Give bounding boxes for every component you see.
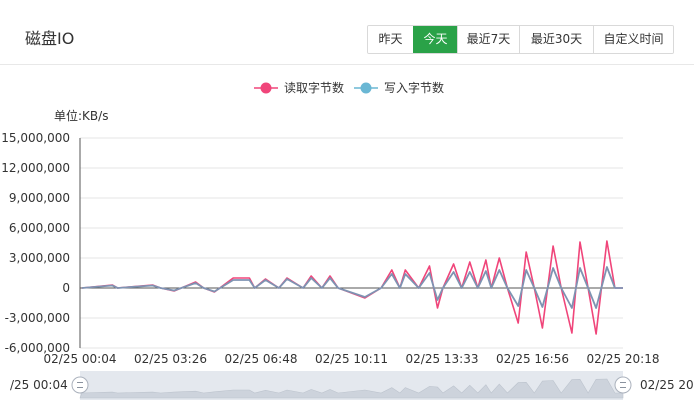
y-tick-label: 6,000,000 (9, 221, 70, 235)
chart-legend: 读取字节数 写入字节数 (254, 80, 444, 95)
y-axis-ticks: 15,000,000 12,000,000 9,000,000 6,000,000 3,… (1, 131, 70, 355)
range-today-button[interactable]: 今天 (413, 26, 457, 53)
range-custom-button[interactable]: 自定义时间 (593, 26, 673, 53)
legend-write-label: 写入字节数 (384, 80, 444, 95)
zoom-start-handle[interactable] (71, 376, 89, 394)
legend-item-read[interactable]: 读取字节数 (254, 80, 344, 95)
zoom-slider: /25 00:04 02/25 20 (10, 371, 694, 400)
zoom-start-label: /25 00:04 (10, 378, 68, 392)
x-tick-label: 02/25 03:26 (134, 352, 207, 366)
legend-read-marker (260, 82, 272, 94)
range-yesterday-button[interactable]: 昨天 (368, 26, 413, 53)
x-tick-label: 02/25 10:11 (315, 352, 388, 366)
legend-read-label: 读取字节数 (284, 80, 344, 95)
time-range-selector: 昨天 今天 最近7天 最近30天 自定义时间 (367, 25, 674, 54)
legend-item-write[interactable]: 写入字节数 (354, 80, 444, 95)
x-tick-label: 02/25 13:33 (406, 352, 479, 366)
range-last30days-button[interactable]: 最近30天 (519, 26, 593, 53)
x-tick-label: 02/25 16:56 (496, 352, 569, 366)
y-tick-label: 0 (62, 281, 70, 295)
range-last7days-button[interactable]: 最近7天 (457, 26, 519, 53)
x-tick-label: 02/25 00:04 (44, 352, 117, 366)
disk-io-chart: 读取字节数 写入字节数 单位:KB/s 15,000,000 12,000,000… (1, 80, 694, 400)
panel-header: 磁盘IO 昨天 今天 最近7天 最近30天 自定义时间 (0, 0, 694, 65)
y-unit-label: 单位:KB/s (54, 108, 108, 123)
x-tick-label: 02/25 20:18 (587, 352, 660, 366)
panel-title: 磁盘IO (25, 29, 75, 48)
zoom-end-handle[interactable] (614, 376, 632, 394)
y-tick-label: 3,000,000 (9, 251, 70, 265)
y-tick-label: 15,000,000 (1, 131, 70, 145)
y-tick-label: 9,000,000 (9, 191, 70, 205)
x-tick-label: 02/25 06:48 (225, 352, 298, 366)
disk-io-panel: 磁盘IO 昨天 今天 最近7天 最近30天 自定义时间 读取字节数 写入字节数 … (0, 0, 694, 411)
y-tick-label: 12,000,000 (1, 161, 70, 175)
zoom-end-label: 02/25 20 (640, 378, 694, 392)
x-axis-ticks: 02/25 00:04 02/25 03:26 02/25 06:48 02/25 1… (44, 352, 660, 366)
grid-lines (79, 137, 623, 349)
legend-write-marker (360, 82, 372, 94)
y-tick-label: -3,000,000 (5, 311, 70, 325)
